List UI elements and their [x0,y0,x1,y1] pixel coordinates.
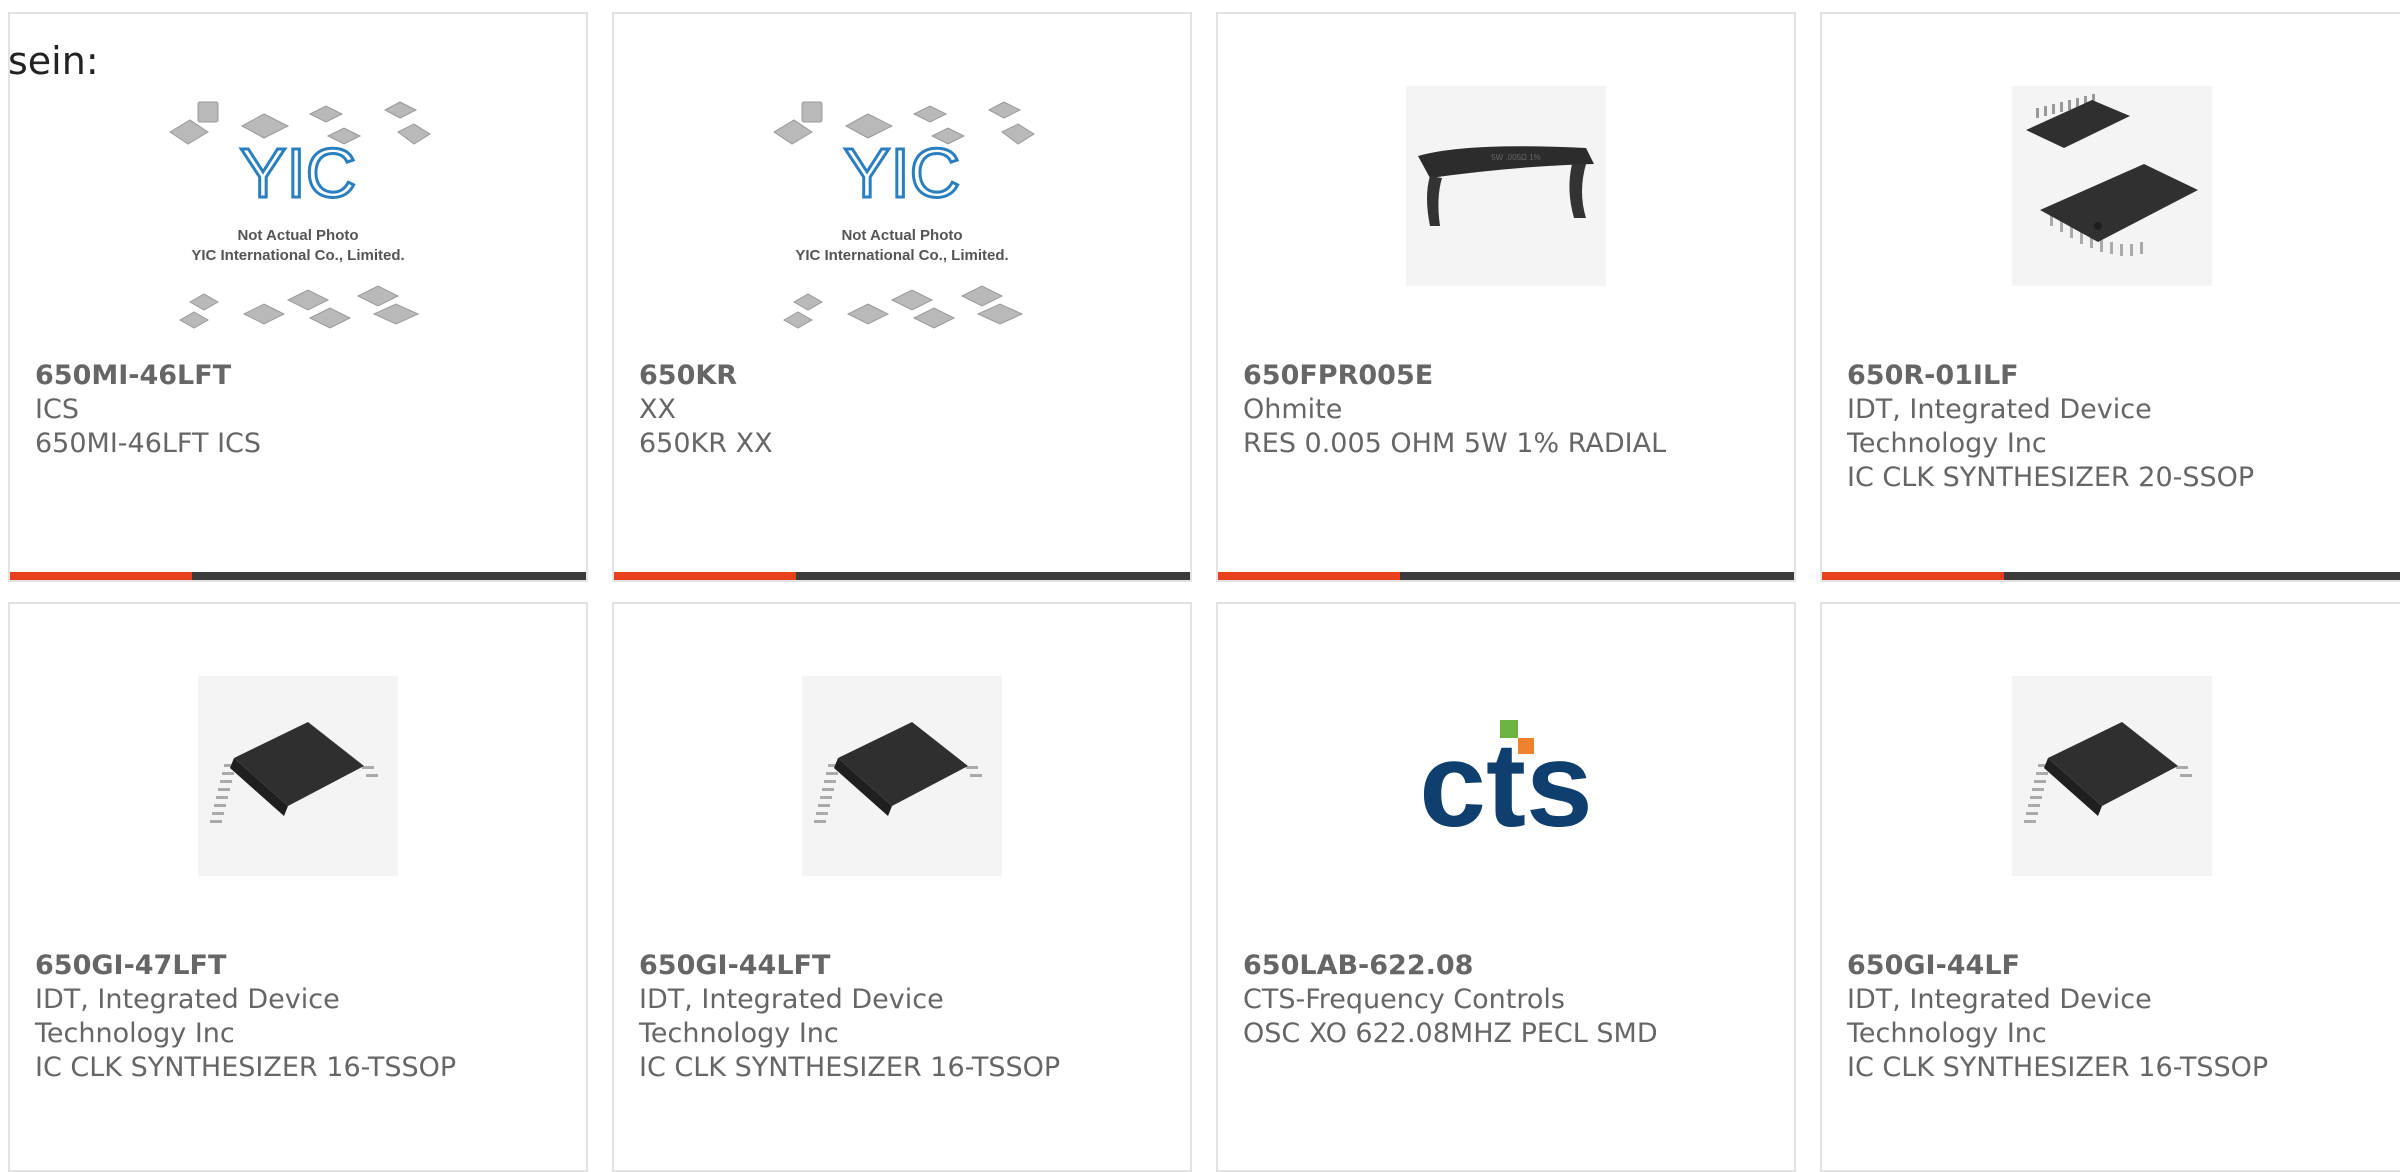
part-number[interactable]: 650GI-44LF [1847,949,2298,983]
tssop-chip-image [198,676,398,876]
yic-placeholder-image: YIC Not Actual Photo YIC International C… [160,92,436,338]
tssop-chip-image [2012,676,2212,876]
product-info: 650R-01ILF IDT, Integrated Device Techno… [1847,359,2298,495]
product-info: 650MI-46LFT ICS 650MI-46LFT ICS [35,359,566,461]
product-card[interactable]: cts 650LAB-622.08 CTS-Frequency Controls… [1216,602,1796,1172]
tssop-chip-graphic [2024,722,2192,823]
card-accent [614,572,796,580]
description: IC CLK SYNTHESIZER 20-SSOP [1847,462,2255,493]
part-number[interactable]: 650LAB-622.08 [1243,949,1774,983]
part-number[interactable]: 650R-01ILF [1847,359,2298,393]
ssop-chip-image [2012,86,2212,286]
yic-logo-text: YIC [240,134,357,212]
product-card[interactable]: 650GI-44LF IDT, Integrated Device Techno… [1820,602,2400,1172]
cts-logo-image: cts [1406,676,1606,876]
manufacturer: ICS [35,394,79,425]
part-number[interactable]: 650MI-46LFT [35,359,566,393]
product-info: 650FPR005E Ohmite RES 0.005 OHM 5W 1% RA… [1243,359,1774,461]
description: IC CLK SYNTHESIZER 16-TSSOP [1847,1052,2269,1083]
yic-placeholder-image: YIC Not Actual Photo YIC International C… [764,92,1040,338]
product-grid: YIC Not Actual Photo YIC International C… [8,12,2400,1172]
part-number[interactable]: 650GI-47LFT [35,949,466,983]
manufacturer: IDT, Integrated Device Technology Inc [1847,984,2152,1049]
product-card[interactable]: 650GI-47LFT IDT, Integrated Device Techn… [8,602,588,1172]
card-bottom-bar [1218,572,1794,580]
manufacturer: IDT, Integrated Device Technology Inc [35,984,340,1049]
yic-placeholder-graphic: YIC Not Actual Photo YIC International C… [773,101,1035,329]
cts-logo-text: cts [1419,718,1592,852]
tssop-chip-image [802,676,1002,876]
product-card[interactable]: YIC Not Actual Photo YIC International C… [8,12,588,582]
product-card[interactable]: YIC Not Actual Photo YIC International C… [612,12,1192,582]
part-number[interactable]: 650GI-44LFT [639,949,1070,983]
product-card[interactable]: 650GI-44LFT IDT, Integrated Device Techn… [612,602,1192,1172]
card-bottom-bar [614,572,1190,580]
svg-text:Not Actual Photo: Not Actual Photo [841,227,962,244]
card-bottom-bar [10,572,586,580]
part-number[interactable]: 650FPR005E [1243,359,1774,393]
manufacturer: IDT, Integrated Device Technology Inc [639,984,944,1049]
shunt-resistor-graphic: 5W .005Ω 1% [1418,146,1594,226]
description: 650KR XX [639,428,773,459]
ssop-chip-graphic [2026,94,2198,256]
manufacturer: CTS-Frequency Controls [1243,984,1565,1015]
card-accent [1218,572,1400,580]
cts-logo-graphic: cts [1419,718,1592,852]
card-bottom-bar [1822,572,2400,580]
svg-text:YIC International Co., Limited: YIC International Co., Limited. [191,247,404,264]
product-info: 650GI-44LF IDT, Integrated Device Techno… [1847,949,2298,1085]
card-accent [1822,572,2004,580]
part-number[interactable]: 650KR [639,359,1170,393]
description: IC CLK SYNTHESIZER 16-TSSOP [639,1052,1061,1083]
tssop-chip-graphic [210,722,378,823]
svg-text:5W .005Ω 1%: 5W .005Ω 1% [1491,153,1541,162]
product-card[interactable]: 5W .005Ω 1% 650FPR005E Ohmite RES 0.005 … [1216,12,1796,582]
manufacturer: IDT, Integrated Device Technology Inc [1847,394,2152,459]
description: 650MI-46LFT ICS [35,428,262,459]
yic-placeholder-graphic: YIC Not Actual Photo YIC International C… [169,101,431,329]
product-info: 650GI-44LFT IDT, Integrated Device Techn… [639,949,1070,1085]
svg-text:Not Actual Photo: Not Actual Photo [237,227,358,244]
section-label: sein: [8,39,99,83]
product-info: 650LAB-622.08 CTS-Frequency Controls OSC… [1243,949,1774,1051]
product-card[interactable]: 650R-01ILF IDT, Integrated Device Techno… [1820,12,2400,582]
description: IC CLK SYNTHESIZER 16-TSSOP [35,1052,457,1083]
description: OSC XO 622.08MHZ PECL SMD [1243,1018,1658,1049]
card-accent [10,572,192,580]
manufacturer: Ohmite [1243,394,1343,425]
shunt-resistor-image: 5W .005Ω 1% [1406,86,1606,286]
product-info: 650KR XX 650KR XX [639,359,1170,461]
yic-logo-text: YIC [844,134,961,212]
description: RES 0.005 OHM 5W 1% RADIAL [1243,428,1667,459]
tssop-chip-graphic [814,722,982,823]
manufacturer: XX [639,394,676,425]
svg-text:YIC International Co., Limited: YIC International Co., Limited. [795,247,1008,264]
product-info: 650GI-47LFT IDT, Integrated Device Techn… [35,949,466,1085]
